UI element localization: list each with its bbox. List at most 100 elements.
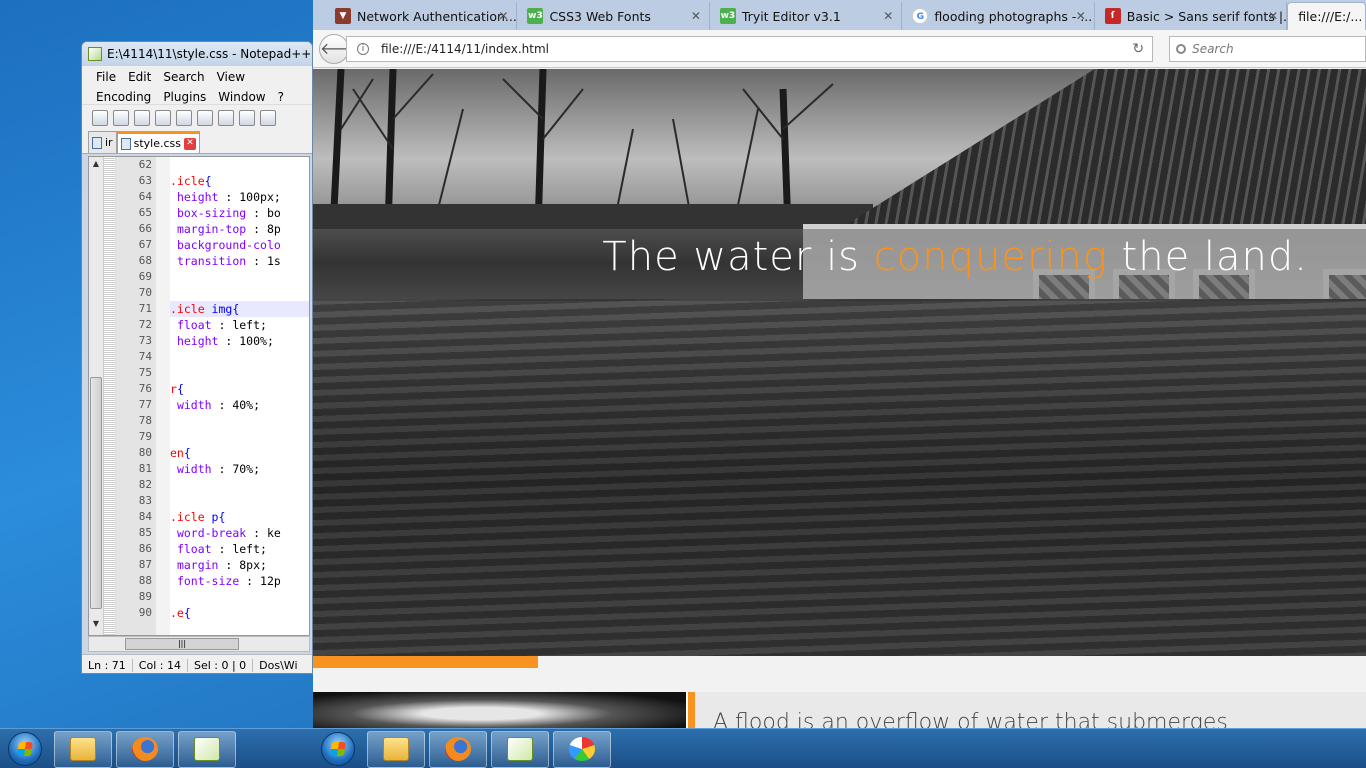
fontsquirrel-icon: ſ bbox=[1104, 8, 1121, 24]
scroll-up-icon[interactable]: ▲ bbox=[90, 159, 102, 173]
code-line[interactable]: float : left; bbox=[170, 317, 309, 333]
css-property: width bbox=[176, 398, 212, 412]
close-file-icon[interactable] bbox=[176, 109, 192, 126]
notepad-title-bar[interactable]: E:\4114\11\style.css - Notepad++ bbox=[82, 42, 312, 66]
url-bar[interactable]: i file:///E:/4114/11/index.html ↻ bbox=[346, 35, 1154, 62]
code-line[interactable] bbox=[170, 589, 309, 605]
folder-icon bbox=[383, 737, 409, 761]
css-property: transition bbox=[176, 254, 247, 268]
headline-accent: conquering bbox=[873, 234, 1108, 280]
code-line[interactable] bbox=[170, 349, 309, 365]
code-line[interactable] bbox=[170, 365, 309, 381]
reload-icon[interactable]: ↻ bbox=[1132, 41, 1144, 57]
menu-window[interactable]: Window bbox=[212, 88, 271, 108]
code-line[interactable] bbox=[170, 493, 309, 509]
css-property: height bbox=[176, 190, 219, 204]
editor-vertical-scrollbar[interactable]: ▲ ▼ bbox=[89, 157, 104, 635]
scrollbar-thumb[interactable] bbox=[90, 377, 102, 609]
code-line[interactable] bbox=[170, 413, 309, 429]
browser-tab[interactable]: G flooding photographs - ... ✕ bbox=[902, 2, 1095, 30]
css-property: margin-top bbox=[176, 222, 247, 236]
close-tab-icon[interactable]: ✕ bbox=[183, 137, 196, 150]
taskbar-firefox[interactable] bbox=[429, 730, 487, 768]
save-all-icon[interactable] bbox=[155, 109, 171, 126]
close-tab-icon[interactable]: ✕ bbox=[1268, 9, 1278, 23]
new-file-icon[interactable] bbox=[92, 109, 108, 126]
menu-edit[interactable]: Edit bbox=[122, 68, 157, 88]
article-image bbox=[313, 692, 686, 728]
code-line[interactable]: width : 70%; bbox=[170, 461, 309, 477]
close-tab-icon[interactable]: ✕ bbox=[498, 9, 508, 23]
code-line[interactable] bbox=[170, 477, 309, 493]
start-button[interactable] bbox=[0, 729, 50, 768]
save-icon[interactable] bbox=[134, 109, 150, 126]
search-placeholder: Search bbox=[1192, 41, 1234, 56]
code-line[interactable] bbox=[170, 157, 309, 173]
start-button[interactable] bbox=[313, 729, 363, 768]
site-info-icon[interactable]: i bbox=[357, 42, 369, 55]
line-number: 70 bbox=[138, 286, 152, 299]
taskbar-paint[interactable] bbox=[553, 730, 611, 768]
code-line[interactable]: float : left; bbox=[170, 541, 309, 557]
close-tab-icon[interactable]: ✕ bbox=[1076, 9, 1086, 23]
browser-tab[interactable]: w3 Tryit Editor v3.1 ✕ bbox=[710, 2, 903, 30]
code-line[interactable]: margin-top : 8p bbox=[170, 221, 309, 237]
code-text[interactable]: .icle{ height : 100px; box-sizing : bo m… bbox=[170, 157, 309, 635]
code-line[interactable]: en{ bbox=[170, 445, 309, 461]
code-line[interactable] bbox=[170, 285, 309, 301]
code-line[interactable]: height : 100%; bbox=[170, 333, 309, 349]
code-line[interactable]: width : 40%; bbox=[170, 397, 309, 413]
code-line[interactable]: .icle{ bbox=[170, 173, 309, 189]
print-icon[interactable] bbox=[218, 109, 234, 126]
code-line[interactable]: background-colo bbox=[170, 237, 309, 253]
menu-view[interactable]: View bbox=[211, 68, 251, 88]
back-button[interactable]: 🡐 bbox=[319, 33, 363, 64]
code-line[interactable]: .icle p{ bbox=[170, 509, 309, 525]
fold-margin[interactable] bbox=[156, 157, 170, 635]
menu-search[interactable]: Search bbox=[157, 68, 210, 88]
open-file-icon[interactable] bbox=[113, 109, 129, 126]
tab-index-html[interactable]: ir bbox=[88, 131, 117, 153]
code-line[interactable]: height : 100px; bbox=[170, 189, 309, 205]
code-line[interactable]: .icle img{ bbox=[170, 301, 309, 317]
browser-tab-active[interactable]: file:///E:/... bbox=[1287, 2, 1366, 30]
editor-horizontal-scrollbar[interactable]: ||| bbox=[88, 636, 310, 652]
taskbar-notepadpp[interactable] bbox=[178, 730, 236, 768]
code-line[interactable]: margin : 8px; bbox=[170, 557, 309, 573]
taskbar-firefox[interactable] bbox=[116, 730, 174, 768]
tab-style-css[interactable]: style.css ✕ bbox=[116, 131, 200, 153]
code-line[interactable] bbox=[170, 429, 309, 445]
menu-file[interactable]: File bbox=[90, 68, 122, 88]
scrollbar-thumb[interactable]: ||| bbox=[125, 638, 239, 650]
code-line[interactable]: transition : 1s bbox=[170, 253, 309, 269]
css-property: word-break bbox=[176, 526, 247, 540]
close-tab-icon[interactable]: ✕ bbox=[883, 9, 893, 23]
search-input[interactable]: Search bbox=[1169, 35, 1366, 62]
taskbar-notepadpp[interactable] bbox=[491, 730, 549, 768]
bookmark-margin[interactable] bbox=[104, 157, 116, 635]
scroll-down-icon[interactable]: ▼ bbox=[90, 619, 102, 633]
status-selection: Sel : 0 | 0 bbox=[188, 658, 254, 672]
code-line[interactable]: r{ bbox=[170, 381, 309, 397]
close-tab-icon[interactable]: ✕ bbox=[691, 9, 701, 23]
menu-encoding[interactable]: Encoding bbox=[90, 88, 157, 108]
copy-icon[interactable] bbox=[260, 109, 276, 126]
taskbar-explorer[interactable] bbox=[367, 730, 425, 768]
cut-icon[interactable] bbox=[239, 109, 255, 126]
browser-tab[interactable]: ſ Basic > Sans serif fonts |... ✕ bbox=[1095, 2, 1288, 30]
css-value: : 40%; bbox=[211, 398, 261, 412]
close-all-icon[interactable] bbox=[197, 109, 213, 126]
menu-help[interactable]: ? bbox=[272, 88, 290, 108]
code-line[interactable]: box-sizing : bo bbox=[170, 205, 309, 221]
code-line[interactable]: word-break : ke bbox=[170, 525, 309, 541]
menu-plugins[interactable]: Plugins bbox=[157, 88, 212, 108]
hero-image: The water is conquering the land. bbox=[313, 69, 1366, 656]
line-number: 82 bbox=[138, 478, 152, 491]
browser-tab[interactable]: ▼ Network Authentication... ✕ bbox=[325, 2, 518, 30]
code-line[interactable]: font-size : 12p bbox=[170, 573, 309, 589]
code-line[interactable]: .e{ bbox=[170, 605, 309, 621]
taskbar-explorer[interactable] bbox=[54, 730, 112, 768]
code-line[interactable] bbox=[170, 269, 309, 285]
code-editor[interactable]: ▲ ▼ 62 63 64 65 66 67 68 69 70 71 72 73 74 75 76 77 78 79… bbox=[88, 156, 310, 636]
browser-tab[interactable]: w3 CSS3 Web Fonts ✕ bbox=[517, 2, 710, 30]
